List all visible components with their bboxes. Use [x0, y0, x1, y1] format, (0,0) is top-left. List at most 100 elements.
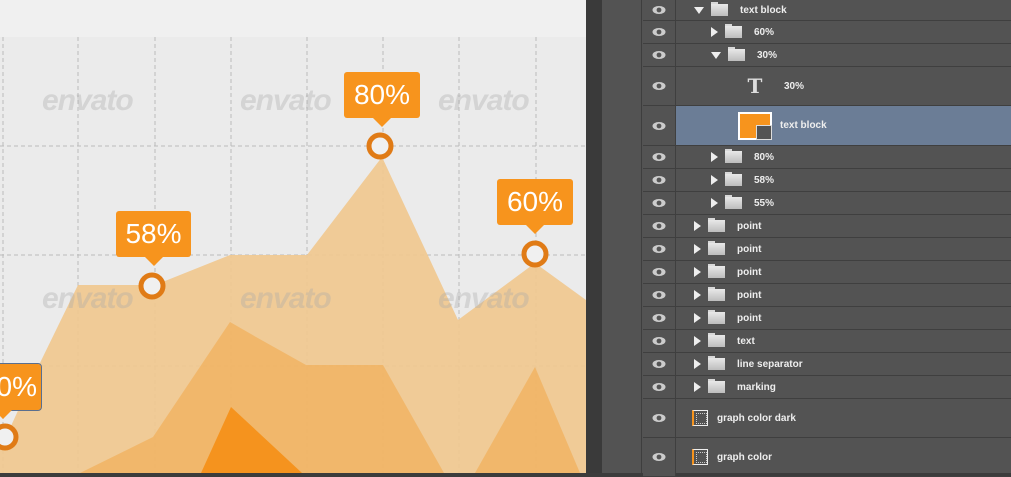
layer-name: marking: [737, 381, 776, 393]
data-label-80: 80%: [344, 72, 420, 127]
smart-object-icon: [692, 449, 708, 465]
layer-name: 60%: [754, 26, 775, 38]
expand-arrow-icon[interactable]: [711, 198, 718, 208]
layer-row[interactable]: line separator: [643, 353, 1011, 376]
visibility-eye-icon[interactable]: [643, 44, 676, 66]
data-label-30[interactable]: 0%: [0, 363, 42, 419]
layer-row[interactable]: point: [643, 261, 1011, 284]
visibility-eye-icon[interactable]: [643, 284, 676, 306]
folder-icon: [708, 241, 725, 255]
layer-name: 58%: [754, 174, 775, 186]
visibility-eye-icon[interactable]: [643, 169, 676, 191]
layer-row[interactable]: point: [643, 307, 1011, 330]
expand-arrow-icon[interactable]: [711, 27, 718, 37]
expand-arrow-icon[interactable]: [711, 152, 718, 162]
watermark: envato: [240, 282, 332, 315]
visibility-eye-icon[interactable]: [643, 238, 676, 260]
watermark: envato: [438, 282, 530, 315]
layer-name: graph color: [717, 451, 773, 463]
data-point-0: [0, 423, 19, 451]
layer-row[interactable]: 80%: [643, 146, 1011, 169]
folder-icon: [725, 149, 742, 163]
expand-arrow-icon[interactable]: [694, 382, 701, 392]
layer-row[interactable]: text: [643, 330, 1011, 353]
folder-icon: [728, 47, 745, 61]
folder-icon: [708, 333, 725, 347]
folder-icon: [708, 218, 725, 232]
layer-row[interactable]: T 30%: [643, 67, 1011, 106]
visibility-eye-icon[interactable]: [643, 399, 676, 437]
visibility-eye-icon[interactable]: [643, 353, 676, 375]
layer-name: point: [737, 312, 762, 324]
expand-arrow-icon[interactable]: [694, 290, 701, 300]
watermark: envato: [42, 282, 134, 315]
visibility-eye-icon[interactable]: [643, 21, 676, 43]
data-point-2: [366, 132, 394, 160]
layer-row[interactable]: 55%: [643, 192, 1011, 215]
layer-row[interactable]: text block: [643, 106, 1011, 146]
visibility-eye-icon[interactable]: [643, 307, 676, 329]
layers-panel: text block 60% 30% T 30% text block 80% 58% 55% p…: [602, 0, 1011, 477]
panel-divider[interactable]: [586, 0, 602, 473]
visibility-eye-icon[interactable]: [643, 67, 676, 105]
layer-name: 80%: [754, 151, 775, 163]
expand-arrow-icon[interactable]: [694, 313, 701, 323]
layer-name: 30%: [757, 49, 778, 61]
collapse-arrow-icon[interactable]: [694, 6, 704, 14]
layer-name: 30%: [784, 80, 805, 92]
visibility-eye-icon[interactable]: [643, 215, 676, 237]
expand-arrow-icon[interactable]: [694, 221, 701, 231]
layer-name: point: [737, 289, 762, 301]
expand-arrow-icon[interactable]: [711, 175, 718, 185]
visibility-eye-icon[interactable]: [643, 438, 676, 476]
shape-thumbnail-icon: [738, 111, 772, 140]
data-point-3: [521, 240, 549, 268]
folder-icon: [708, 356, 725, 370]
watermark: envato: [42, 84, 134, 117]
folder-icon: [708, 287, 725, 301]
visibility-eye-icon[interactable]: [643, 330, 676, 352]
watermark: envato: [240, 84, 332, 117]
layer-row[interactable]: 58%: [643, 169, 1011, 192]
layer-row[interactable]: graph color: [643, 438, 1011, 477]
layer-row[interactable]: point: [643, 238, 1011, 261]
layer-name: text: [737, 335, 755, 347]
expand-arrow-icon[interactable]: [694, 359, 701, 369]
data-point-1: [138, 272, 166, 300]
folder-icon: [711, 2, 728, 16]
visibility-eye-icon[interactable]: [643, 0, 676, 20]
smart-object-icon: [692, 410, 708, 426]
layer-row[interactable]: marking: [643, 376, 1011, 399]
area-chart: [0, 37, 586, 473]
layer-name: point: [737, 243, 762, 255]
layer-row[interactable]: point: [643, 215, 1011, 238]
layer-name: graph color dark: [717, 412, 796, 424]
expand-arrow-icon[interactable]: [694, 267, 701, 277]
expand-arrow-icon[interactable]: [694, 244, 701, 254]
layer-row[interactable]: text block: [643, 0, 1011, 21]
layer-row[interactable]: point: [643, 284, 1011, 307]
folder-icon: [708, 264, 725, 278]
visibility-eye-icon[interactable]: [643, 146, 676, 168]
folder-icon: [708, 310, 725, 324]
visibility-eye-icon[interactable]: [643, 106, 676, 145]
layer-row[interactable]: 60%: [643, 21, 1011, 44]
data-label-60: 60%: [497, 179, 573, 234]
layer-name: text block: [740, 4, 787, 16]
visibility-eye-icon[interactable]: [643, 376, 676, 398]
layer-row[interactable]: graph color dark: [643, 399, 1011, 438]
visibility-eye-icon[interactable]: [643, 261, 676, 283]
collapse-arrow-icon[interactable]: [711, 51, 721, 59]
panel-gutter: [602, 0, 642, 473]
expand-arrow-icon[interactable]: [694, 336, 701, 346]
document-canvas[interactable]: envato envato envato envato envato envat…: [0, 0, 586, 473]
folder-icon: [725, 195, 742, 209]
folder-icon: [725, 172, 742, 186]
visibility-eye-icon[interactable]: [643, 192, 676, 214]
watermark: envato: [438, 84, 530, 117]
layer-name: point: [737, 266, 762, 278]
data-label-58: 58%: [116, 211, 191, 266]
layer-row[interactable]: 30%: [643, 44, 1011, 67]
layer-name: line separator: [737, 358, 803, 370]
folder-icon: [725, 24, 742, 38]
